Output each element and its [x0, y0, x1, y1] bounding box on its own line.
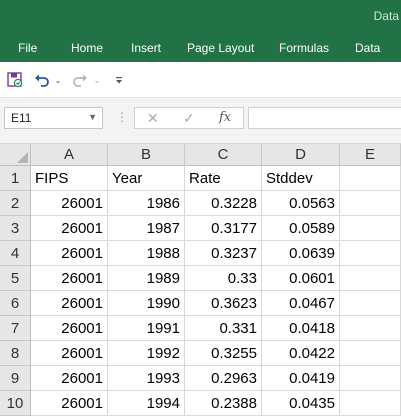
customize-qat-icon[interactable]: [113, 70, 125, 90]
tab-insert[interactable]: Insert: [131, 41, 161, 55]
row-header-8[interactable]: 8: [0, 341, 31, 366]
cell-a5[interactable]: 26001: [31, 266, 108, 291]
cell-e4[interactable]: [340, 241, 401, 266]
ribbon-tab-bar: File Home Insert Page Layout Formulas Da…: [0, 36, 401, 62]
cell-e8[interactable]: [340, 341, 401, 366]
save-icon[interactable]: [6, 70, 24, 90]
column-header-c[interactable]: C: [185, 144, 262, 166]
cell-a10[interactable]: 26001: [31, 391, 108, 416]
cell-c8[interactable]: 0.3255: [185, 341, 262, 366]
enter-icon[interactable]: ✓: [183, 110, 195, 127]
cell-a1[interactable]: FIPS: [31, 166, 108, 191]
cell-d5[interactable]: 0.0601: [262, 266, 340, 291]
redo-icon[interactable]: [71, 70, 89, 90]
tab-home[interactable]: Home: [71, 41, 103, 55]
cell-a9[interactable]: 26001: [31, 366, 108, 391]
cell-c3[interactable]: 0.3177: [185, 216, 262, 241]
cell-d1[interactable]: Stddev: [262, 166, 340, 191]
title-bar: Data: [0, 0, 401, 36]
cell-d10[interactable]: 0.0435: [262, 391, 340, 416]
undo-icon[interactable]: [33, 70, 51, 90]
cell-a7[interactable]: 26001: [31, 316, 108, 341]
quick-access-toolbar: ⌄ ⌄: [0, 62, 401, 98]
insert-function-icon[interactable]: fx: [219, 110, 231, 125]
cell-a6[interactable]: 26001: [31, 291, 108, 316]
select-all-button[interactable]: [0, 144, 31, 166]
cell-c1[interactable]: Rate: [185, 166, 262, 191]
column-header-e[interactable]: E: [340, 144, 401, 166]
row-header-3[interactable]: 3: [0, 216, 31, 241]
row-header-2[interactable]: 2: [0, 191, 31, 216]
cell-d3[interactable]: 0.0589: [262, 216, 340, 241]
tab-formulas[interactable]: Formulas: [279, 41, 329, 55]
cell-e1[interactable]: [340, 166, 401, 191]
cell-b3[interactable]: 1987: [108, 216, 185, 241]
cell-c7[interactable]: 0.331: [185, 316, 262, 341]
row-header-4[interactable]: 4: [0, 241, 31, 266]
cell-d6[interactable]: 0.0467: [262, 291, 340, 316]
tab-file[interactable]: File: [18, 41, 37, 55]
cell-c9[interactable]: 0.2963: [185, 366, 262, 391]
cell-b8[interactable]: 1992: [108, 341, 185, 366]
name-box-value: E11: [11, 111, 32, 125]
cell-d7[interactable]: 0.0418: [262, 316, 340, 341]
formula-input[interactable]: [248, 107, 401, 129]
cell-b4[interactable]: 1988: [108, 241, 185, 266]
cell-d8[interactable]: 0.0422: [262, 341, 340, 366]
column-header-d[interactable]: D: [262, 144, 340, 166]
undo-dropdown-icon[interactable]: ⌄: [54, 70, 62, 90]
cell-d4[interactable]: 0.0639: [262, 241, 340, 266]
cell-b2[interactable]: 1986: [108, 191, 185, 216]
cell-e10[interactable]: [340, 391, 401, 416]
column-header-b[interactable]: B: [108, 144, 185, 166]
formula-bar: E11 ▼ ⋮ ✕ ✓ fx: [0, 98, 401, 144]
cell-e6[interactable]: [340, 291, 401, 316]
row-header-5[interactable]: 5: [0, 266, 31, 291]
cell-d2[interactable]: 0.0563: [262, 191, 340, 216]
cell-a4[interactable]: 26001: [31, 241, 108, 266]
cell-d9[interactable]: 0.0419: [262, 366, 340, 391]
more-options-icon: ⋮: [116, 110, 128, 124]
cell-e9[interactable]: [340, 366, 401, 391]
redo-dropdown-icon[interactable]: ⌄: [93, 70, 101, 90]
cell-e7[interactable]: [340, 316, 401, 341]
cell-a3[interactable]: 26001: [31, 216, 108, 241]
formula-buttons: ✕ ✓ fx: [134, 107, 244, 129]
row-header-7[interactable]: 7: [0, 316, 31, 341]
row-header-9[interactable]: 9: [0, 366, 31, 391]
cell-c4[interactable]: 0.3237: [185, 241, 262, 266]
cancel-icon[interactable]: ✕: [147, 110, 159, 127]
name-box[interactable]: E11 ▼: [4, 107, 103, 129]
cell-b5[interactable]: 1989: [108, 266, 185, 291]
cell-e2[interactable]: [340, 191, 401, 216]
window-title: Data: [373, 9, 399, 23]
tab-page-layout[interactable]: Page Layout: [187, 41, 254, 55]
cell-e5[interactable]: [340, 266, 401, 291]
cell-c6[interactable]: 0.3623: [185, 291, 262, 316]
cell-b10[interactable]: 1994: [108, 391, 185, 416]
cell-e3[interactable]: [340, 216, 401, 241]
cell-a8[interactable]: 26001: [31, 341, 108, 366]
cell-a2[interactable]: 26001: [31, 191, 108, 216]
tab-data[interactable]: Data: [355, 41, 380, 55]
cell-c5[interactable]: 0.33: [185, 266, 262, 291]
cell-b6[interactable]: 1990: [108, 291, 185, 316]
cell-b1[interactable]: Year: [108, 166, 185, 191]
row-header-6[interactable]: 6: [0, 291, 31, 316]
cell-c10[interactable]: 0.2388: [185, 391, 262, 416]
row-header-1[interactable]: 1: [0, 166, 31, 191]
cell-b9[interactable]: 1993: [108, 366, 185, 391]
chevron-down-icon[interactable]: ▼: [88, 112, 97, 122]
column-header-a[interactable]: A: [31, 144, 108, 166]
cell-b7[interactable]: 1991: [108, 316, 185, 341]
row-header-10[interactable]: 10: [0, 391, 31, 416]
cell-c2[interactable]: 0.3228: [185, 191, 262, 216]
